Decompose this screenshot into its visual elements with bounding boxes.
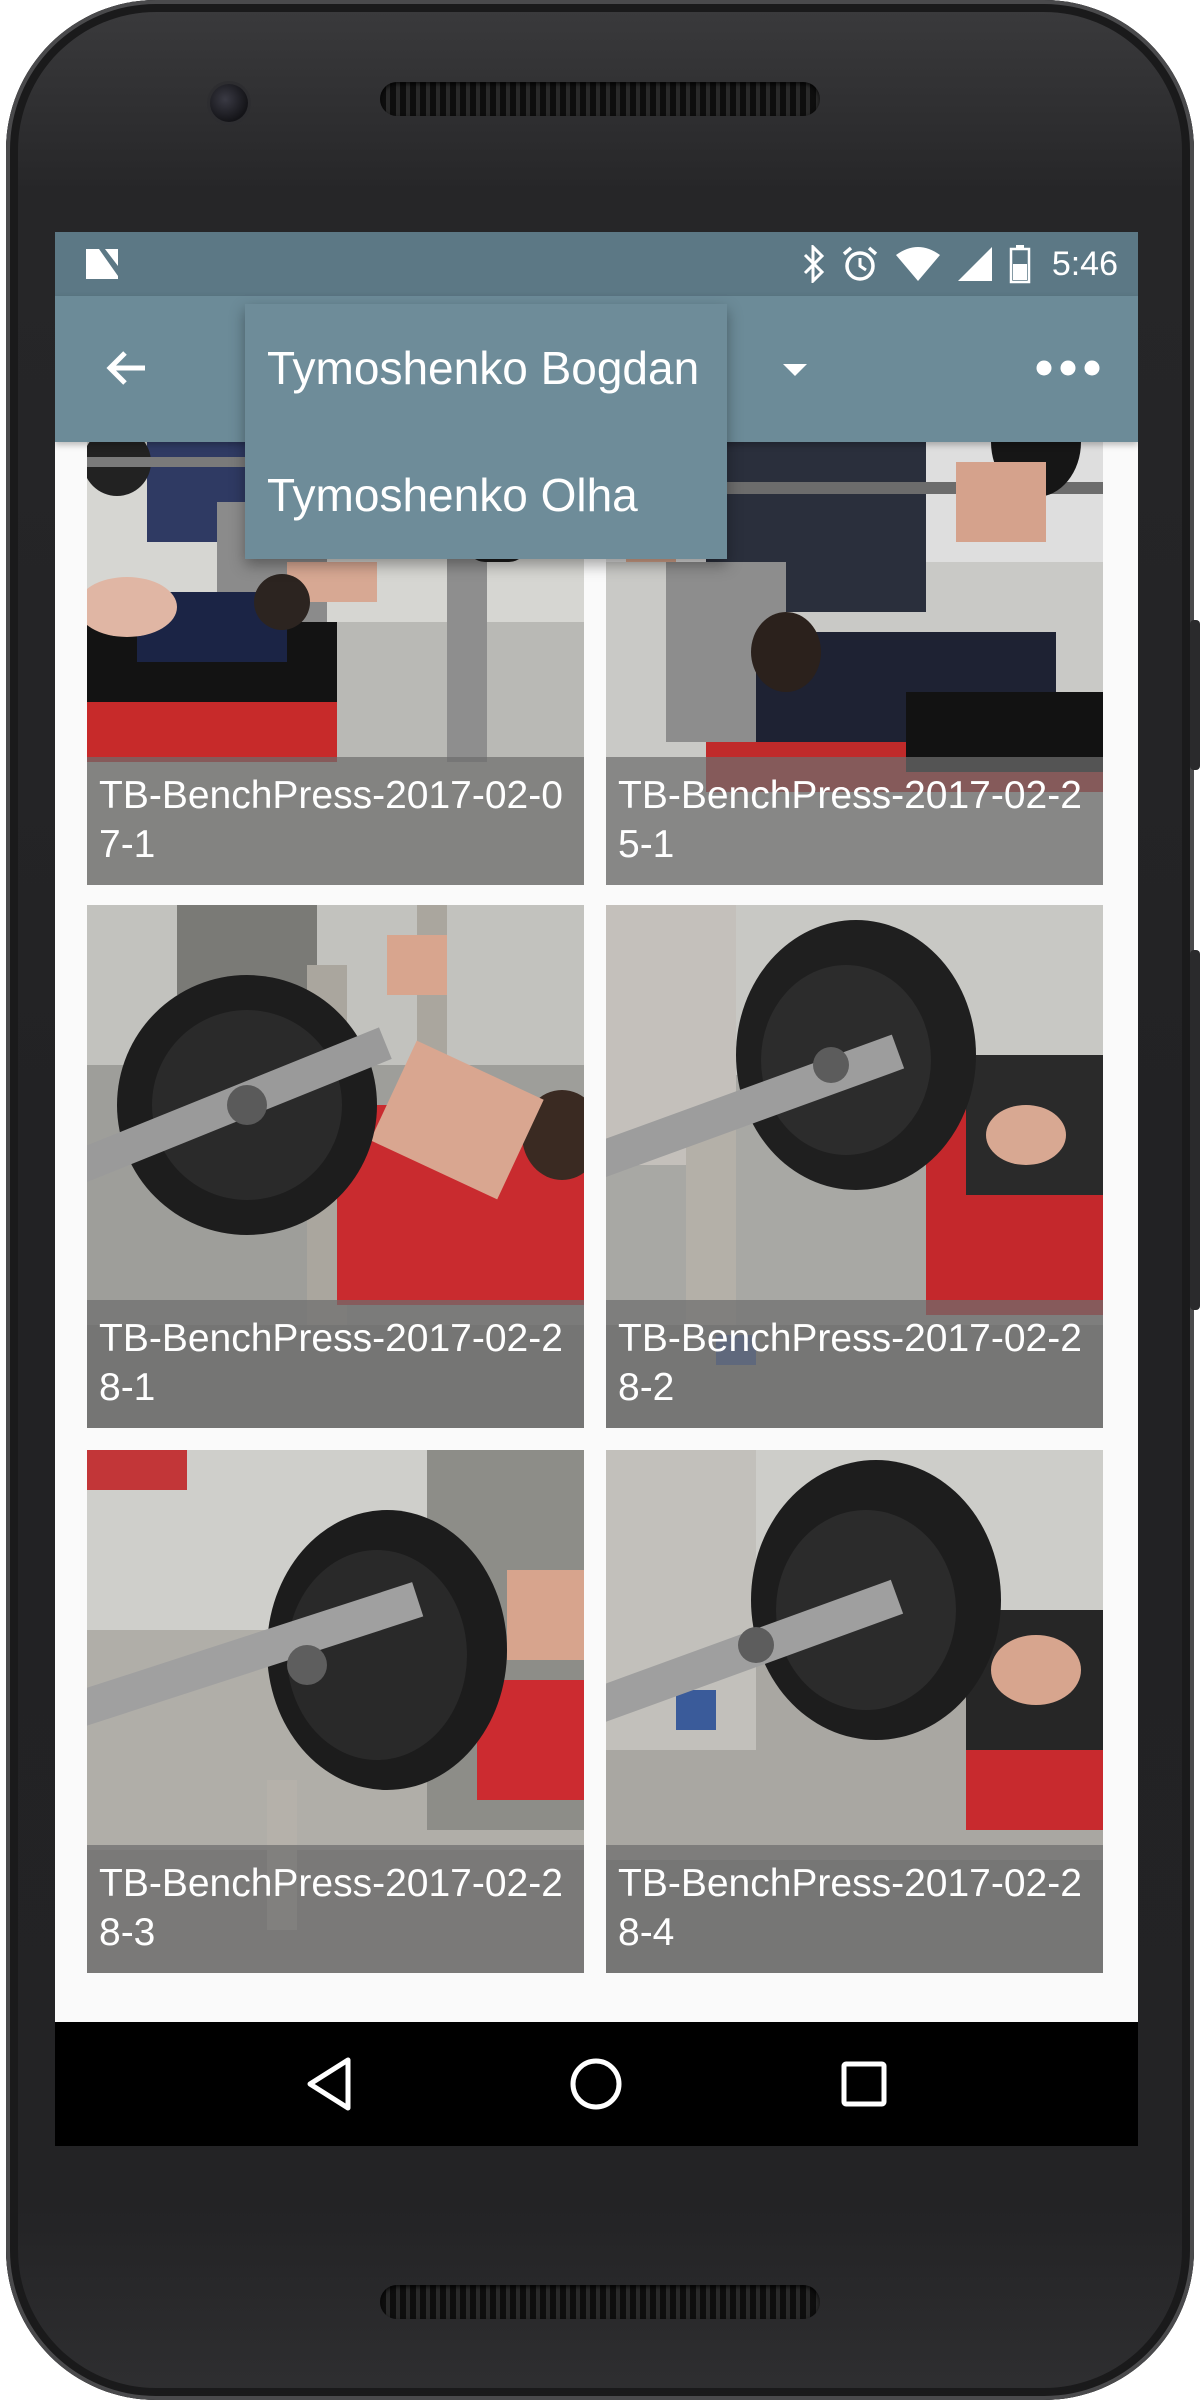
battery-icon	[1009, 245, 1031, 284]
volume-button	[1190, 950, 1200, 1310]
alarm-icon	[842, 246, 877, 281]
more-dots-icon	[1036, 360, 1100, 376]
overflow-menu-button[interactable]	[1028, 336, 1108, 400]
status-bar: 5:46	[55, 232, 1138, 296]
back-button[interactable]	[95, 336, 159, 400]
dropdown-item-bogdan[interactable]: Tymoshenko Bogdan	[245, 304, 727, 431]
gallery-card[interactable]: TB-BenchPress-2017-02-28-1	[87, 905, 584, 1428]
wifi-icon	[895, 247, 940, 281]
gallery-card[interactable]: TB-BenchPress-2017-02-28-4	[606, 1450, 1103, 1973]
item-caption: TB-BenchPress-2017-02-28-2	[606, 1300, 1103, 1428]
dropdown-item-olha[interactable]: Tymoshenko Olha	[245, 431, 727, 558]
arrow-back-icon	[106, 351, 145, 385]
system-nav-bar	[55, 2022, 1138, 2146]
signal-icon	[957, 247, 992, 281]
screen: 5:46 Tymoshenko Bogdan Tymoshenko Olha T…	[55, 232, 1138, 2146]
dropdown-arrow-icon	[783, 364, 807, 376]
earpiece-speaker	[380, 82, 820, 116]
back-triangle-icon	[307, 2057, 351, 2111]
power-button	[1190, 620, 1200, 770]
home-circle-icon	[570, 2058, 622, 2110]
bottom-speaker	[380, 2285, 820, 2319]
item-caption: TB-BenchPress-2017-02-25-1	[606, 757, 1103, 885]
athlete-dropdown: Tymoshenko Bogdan Tymoshenko Olha	[245, 304, 727, 559]
front-camera	[210, 84, 248, 122]
gallery-card[interactable]: TB-BenchPress-2017-02-28-2	[606, 905, 1103, 1428]
recents-square-icon	[841, 2061, 887, 2107]
n-logo-icon	[86, 249, 118, 279]
item-caption: TB-BenchPress-2017-02-28-1	[87, 1300, 584, 1428]
item-caption: TB-BenchPress-2017-02-28-4	[606, 1845, 1103, 1973]
gallery-card[interactable]: TB-BenchPress-2017-02-28-3	[87, 1450, 584, 1973]
status-time: 5:46	[1051, 244, 1118, 283]
spinner-dropdown-button[interactable]	[770, 350, 820, 390]
item-caption: TB-BenchPress-2017-02-07-1	[87, 757, 584, 885]
nav-recents-button[interactable]	[824, 2044, 904, 2124]
nav-back-button[interactable]	[289, 2044, 369, 2124]
nav-home-button[interactable]	[556, 2044, 636, 2124]
bluetooth-icon	[803, 245, 824, 283]
item-caption: TB-BenchPress-2017-02-28-3	[87, 1845, 584, 1973]
